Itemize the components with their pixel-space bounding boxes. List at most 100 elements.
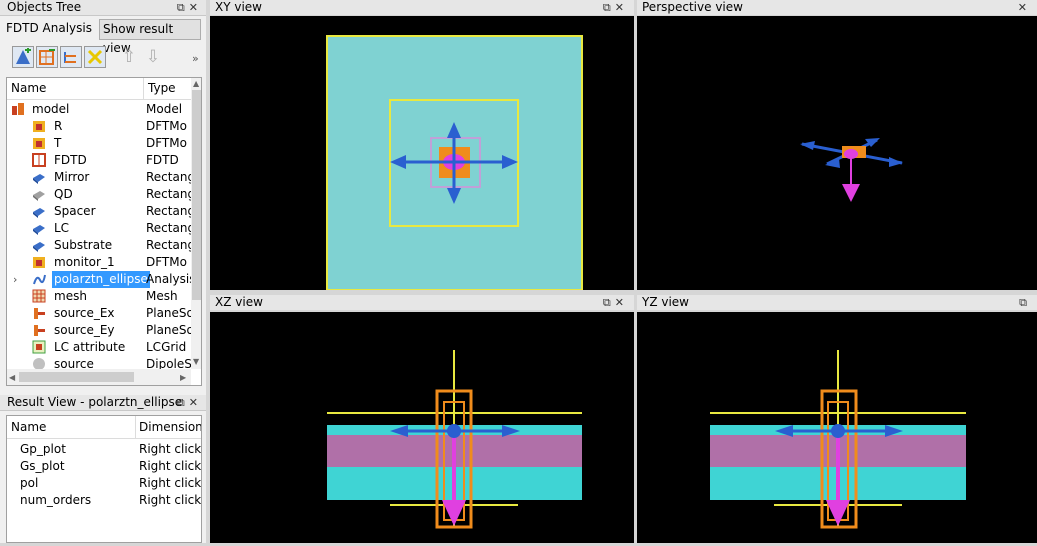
tree-row-model[interactable]: model Model bbox=[7, 101, 191, 118]
tree-horizontal-scrollbar[interactable]: ◀ ▶ bbox=[7, 369, 191, 385]
tree-item-name: source_Ex bbox=[54, 306, 115, 320]
close-icon[interactable]: ✕ bbox=[189, 396, 202, 409]
down-arrow-icon: ⇩ bbox=[145, 47, 161, 67]
tree-row-fdtd[interactable]: FDTD FDTD bbox=[7, 152, 191, 169]
tree-row-source-ey[interactable]: source_Ey PlaneSo bbox=[7, 322, 191, 339]
tree-row-qd[interactable]: QD Rectang bbox=[7, 186, 191, 203]
float-icon[interactable]: ⧉ bbox=[603, 1, 615, 14]
tree-item-name: LC bbox=[54, 221, 70, 235]
yz-view-canvas[interactable] bbox=[637, 312, 1037, 543]
add-tree-icon bbox=[64, 52, 76, 63]
rectangle-blue-icon bbox=[33, 208, 45, 218]
monitor-icon bbox=[33, 121, 45, 132]
add-grid-button[interactable] bbox=[36, 46, 58, 68]
tree-row-mesh[interactable]: mesh Mesh bbox=[7, 288, 191, 305]
tree-row-substrate[interactable]: Substrate Rectang bbox=[7, 237, 191, 254]
tree-row-t[interactable]: T DFTMo bbox=[7, 135, 191, 152]
tree-row-lc[interactable]: LC Rectang bbox=[7, 220, 191, 237]
perspective-view-title: Perspective view bbox=[642, 0, 743, 14]
tree-item-type: Analysis bbox=[146, 272, 191, 286]
left-panel: Objects Tree ⧉✕ FDTD Analysis Show resul… bbox=[0, 0, 206, 543]
result-item-name: Gs_plot bbox=[20, 459, 65, 473]
expand-chevron-icon[interactable]: › bbox=[13, 271, 17, 288]
plane-source-icon bbox=[34, 325, 45, 336]
tree-row-polarztn-ellipse[interactable]: › polarztn_ellipse Analysis bbox=[7, 271, 191, 288]
close-icon[interactable]: ✕ bbox=[189, 1, 202, 14]
tab-bar: FDTD Analysis Show result view bbox=[0, 17, 206, 55]
column-name[interactable]: Name bbox=[11, 81, 46, 95]
tree-item-name: QD bbox=[54, 187, 73, 201]
tree-row-r[interactable]: R DFTMo bbox=[7, 118, 191, 135]
dock-buttons[interactable]: ⧉✕ bbox=[177, 0, 202, 15]
tree-row-source-ex[interactable]: source_Ex PlaneSo bbox=[7, 305, 191, 322]
column-type[interactable]: Type bbox=[148, 81, 176, 95]
perspective-view-canvas[interactable] bbox=[637, 16, 1037, 290]
close-icon[interactable]: ✕ bbox=[615, 1, 628, 14]
tree-item-type: DFTMo bbox=[146, 119, 187, 133]
result-view-titlebar: Result View - polarztn_ellipse ⧉✕ bbox=[0, 395, 206, 411]
result-header: Name Dimensions bbox=[7, 416, 201, 439]
tree-item-name: polarztn_ellipse bbox=[52, 271, 150, 288]
perspective-view-titlebar: Perspective view ✕ bbox=[637, 0, 1037, 15]
add-object-button[interactable] bbox=[12, 46, 34, 68]
tree-item-type: LCGrid bbox=[146, 340, 187, 354]
tree-item-type: Rectang bbox=[146, 170, 191, 184]
more-icon[interactable]: » bbox=[192, 52, 199, 65]
tree-item-name: source_Ey bbox=[54, 323, 115, 337]
tree-item-name: T bbox=[54, 136, 62, 150]
result-dock-buttons[interactable]: ⧉✕ bbox=[177, 395, 202, 410]
tree-item-type: Rectang bbox=[146, 187, 191, 201]
tree-item-name: mesh bbox=[54, 289, 87, 303]
objects-tree-titlebar: Objects Tree ⧉✕ bbox=[0, 0, 206, 16]
monitor-icon bbox=[33, 138, 45, 149]
tree-row-mirror[interactable]: Mirror Rectang bbox=[7, 169, 191, 186]
result-view-list: Name Dimensions Gp_plotRight click tGs_p… bbox=[6, 415, 202, 543]
float-icon[interactable]: ⧉ bbox=[603, 296, 615, 309]
h-scroll-thumb[interactable] bbox=[19, 372, 134, 382]
scroll-thumb[interactable] bbox=[192, 90, 201, 300]
scroll-right-icon[interactable]: ▶ bbox=[180, 373, 186, 382]
result-item-dimensions: Right click t bbox=[139, 459, 202, 473]
show-result-view-button[interactable]: Show result view bbox=[99, 19, 201, 55]
tree-vertical-scrollbar[interactable]: ▲ ▼ bbox=[191, 78, 201, 369]
float-icon[interactable]: ⧉ bbox=[177, 1, 189, 14]
tree-item-name: LC attribute bbox=[54, 340, 126, 354]
tree-row-spacer[interactable]: Spacer Rectang bbox=[7, 203, 191, 220]
result-item-name: pol bbox=[20, 476, 39, 490]
tree-item-name: Spacer bbox=[54, 204, 96, 218]
move-down-button[interactable]: ⇩ bbox=[144, 48, 162, 66]
yz-view-titlebar: YZ view ⧉ bbox=[637, 295, 1037, 310]
result-item-dimensions: Right click t bbox=[139, 442, 202, 456]
float-icon[interactable]: ⧉ bbox=[177, 396, 189, 409]
scroll-left-icon[interactable]: ◀ bbox=[9, 373, 15, 382]
scroll-down-icon[interactable]: ▼ bbox=[193, 357, 199, 366]
xy-view-canvas[interactable] bbox=[210, 16, 634, 291]
result-row-gp-plot[interactable]: Gp_plot Right click t bbox=[7, 441, 202, 458]
column-name[interactable]: Name bbox=[11, 420, 46, 434]
xz-view-canvas[interactable] bbox=[210, 312, 634, 543]
close-icon[interactable]: ✕ bbox=[615, 296, 628, 309]
tree-row-lc-attribute[interactable]: LC attribute LCGrid bbox=[7, 339, 191, 356]
result-row-gs-plot[interactable]: Gs_plot Right click t bbox=[7, 458, 202, 475]
tree-item-name: R bbox=[54, 119, 63, 133]
fdtd-icon bbox=[32, 153, 46, 167]
column-dimensions[interactable]: Dimensions bbox=[139, 420, 201, 434]
result-row-num-orders[interactable]: num_orders Right click t bbox=[7, 492, 201, 509]
tree-item-type: Mesh bbox=[146, 289, 178, 303]
rectangle-blue-icon bbox=[33, 174, 45, 184]
tab-fdtd-analysis[interactable]: FDTD Analysis bbox=[2, 19, 96, 38]
tree-toolbar: ⇧ ⇩ » bbox=[4, 44, 204, 72]
float-icon[interactable]: ⧉ bbox=[1019, 296, 1031, 309]
analysis-icon bbox=[33, 274, 46, 285]
tree-row-monitor-1[interactable]: monitor_1 DFTMo bbox=[7, 254, 191, 271]
tree-item-type: Rectang bbox=[146, 238, 191, 252]
scroll-up-icon[interactable]: ▲ bbox=[193, 79, 199, 88]
result-row-pol[interactable]: pol Right click t bbox=[7, 475, 201, 492]
close-icon[interactable]: ✕ bbox=[1018, 1, 1031, 14]
add-tree-button[interactable] bbox=[60, 46, 82, 68]
xz-view-title: XZ view bbox=[215, 295, 263, 309]
delete-x-icon bbox=[87, 49, 103, 65]
move-up-button[interactable]: ⇧ bbox=[120, 48, 138, 66]
delete-object-button[interactable] bbox=[84, 46, 106, 68]
up-arrow-icon: ⇧ bbox=[121, 47, 137, 67]
